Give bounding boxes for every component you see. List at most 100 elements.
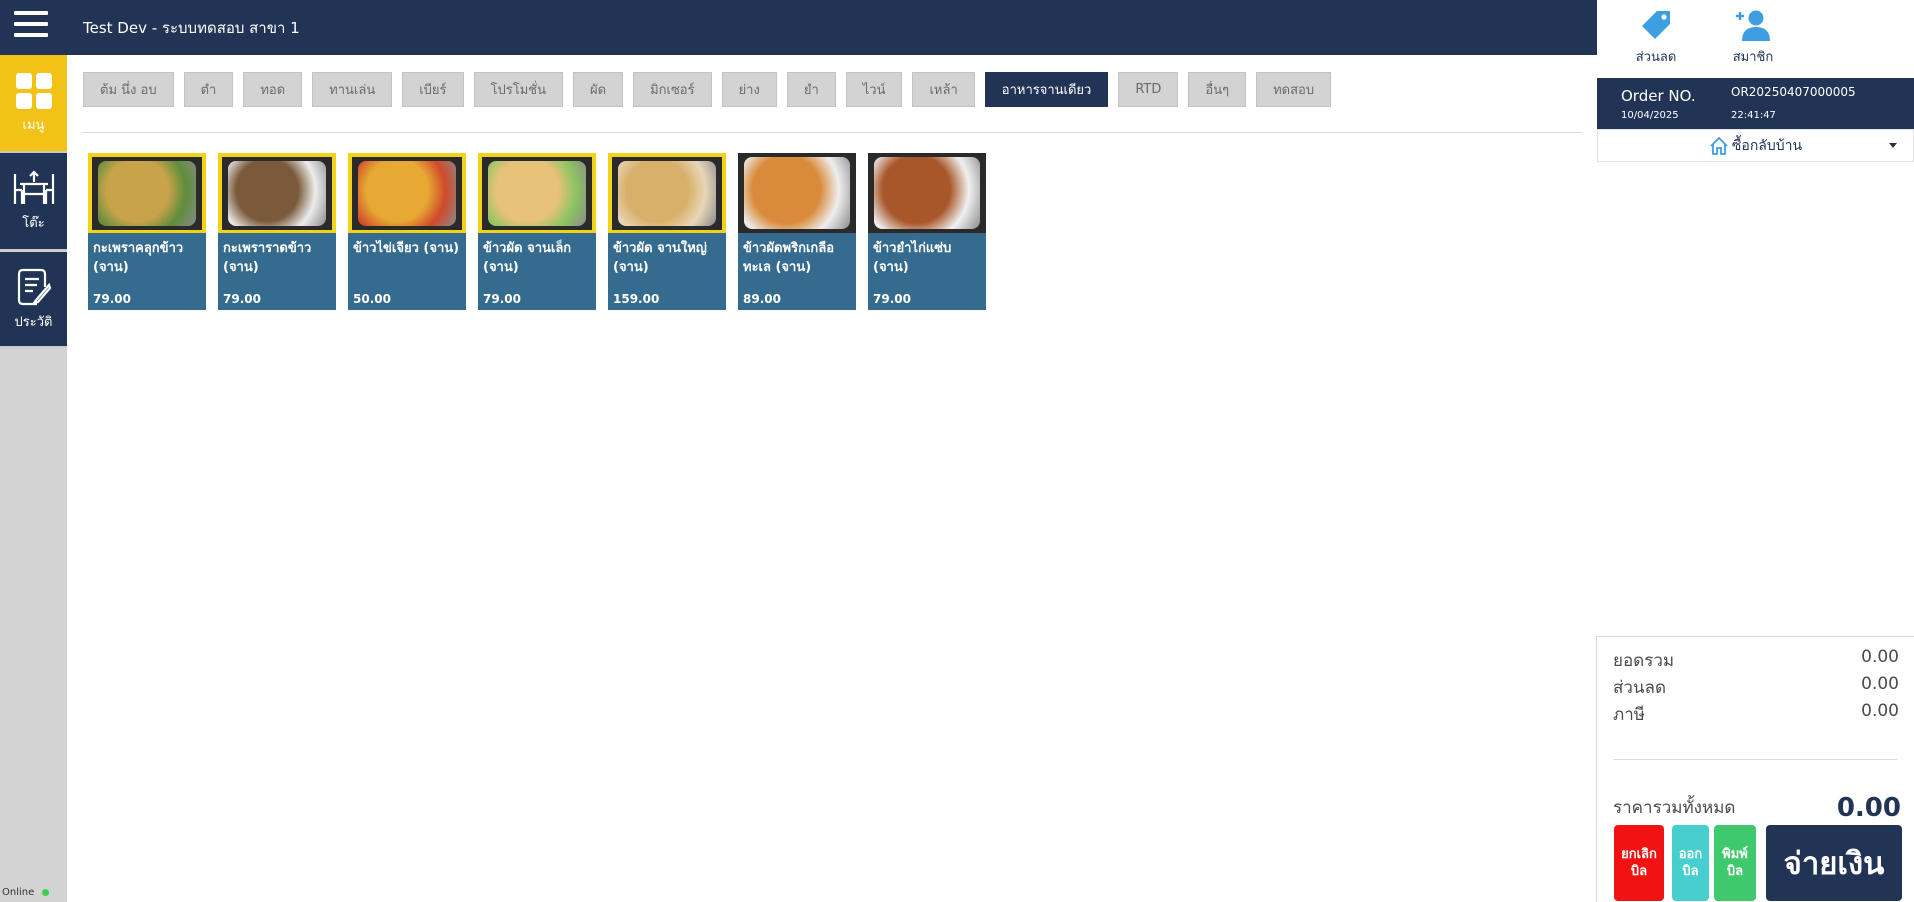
food-photo <box>358 161 456 226</box>
add-user-icon <box>1736 10 1770 41</box>
category-tab[interactable]: มิกเซอร์ <box>633 72 712 107</box>
product-card[interactable]: ข้าวไข่เจียว (จาน) 50.00 <box>348 153 466 310</box>
product-name: ข้าวผัด จานเล็ก (จาน) <box>483 241 572 275</box>
hamburger-menu-icon[interactable] <box>14 11 48 41</box>
online-status: Online <box>2 887 50 898</box>
chevron-down-icon <box>1889 143 1897 148</box>
product-image <box>478 153 596 233</box>
product-price: 79.00 <box>223 292 261 306</box>
print-bill-button[interactable]: พิมพ์ บิล <box>1714 825 1756 901</box>
category-tab[interactable]: ผัด <box>573 72 624 107</box>
open-bill-button[interactable]: ออก บิล <box>1672 825 1709 901</box>
right-panel-actions: ส่วนลด สมาชิก <box>1597 0 1914 78</box>
category-tab[interactable]: ทดสอบ <box>1256 72 1332 107</box>
history-icon <box>17 268 51 305</box>
pay-button[interactable]: จ่ายเงิน <box>1766 825 1902 901</box>
left-nav: เมนู โต๊ะ ประวัติ Online <box>0 55 67 902</box>
product-name: กะเพราคลุกข้าว (จาน) <box>93 241 184 275</box>
order-time: 22:41:47 <box>1731 110 1776 121</box>
total-value: 0.00 <box>1836 793 1901 823</box>
online-status-label: Online <box>2 887 35 898</box>
order-summary: ยอดรวม 0.00 ส่วนลด 0.00 ภาษี 0.00 ราคารว… <box>1596 636 1914 902</box>
product-card[interactable]: ข้าวผัด จานเล็ก (จาน) 79.00 <box>478 153 596 310</box>
nav-item-table[interactable]: โต๊ะ <box>0 153 67 251</box>
product-name: ข้าวยำไก่แซ่บ (จาน) <box>873 241 952 275</box>
product-name: ข้าวไข่เจียว (จาน) <box>353 241 460 256</box>
product-price: 79.00 <box>93 292 131 306</box>
product-card[interactable]: ข้าวผัดพริกเกลือ ทะเล (จาน) 89.00 <box>738 153 856 310</box>
subtotal-row: ยอดรวม 0.00 <box>1613 647 1899 674</box>
product-image <box>348 153 466 233</box>
category-tab[interactable]: อื่นๆ <box>1188 72 1247 107</box>
category-tab[interactable]: RTD <box>1118 72 1179 107</box>
food-photo <box>874 157 980 229</box>
tax-label: ภาษี <box>1613 705 1645 725</box>
tax-row: ภาษี 0.00 <box>1613 701 1899 728</box>
food-photo <box>228 161 326 226</box>
nav-item-menu[interactable]: เมนู <box>0 55 67 153</box>
nav-item-label: โต๊ะ <box>22 215 45 231</box>
product-image <box>88 153 206 233</box>
product-price: 159.00 <box>613 292 660 306</box>
member-button[interactable]: สมาชิก <box>1718 8 1788 67</box>
food-photo <box>618 161 716 226</box>
order-type-select[interactable]: ซื้อกลับบ้าน <box>1597 129 1914 162</box>
order-label: Order NO. <box>1621 87 1696 105</box>
category-tab[interactable]: ต้ม นึ่ง อบ <box>83 72 174 107</box>
category-tabs: ต้ม นึ่ง อบ ตำ ทอด ทานเล่น เบียร์ โปรโมชั่น ผั… <box>83 72 1341 107</box>
subtotal-label: ยอดรวม <box>1613 651 1675 671</box>
food-photo <box>744 157 850 229</box>
category-tab[interactable]: ย่าง <box>721 72 777 107</box>
nav-item-history[interactable]: ประวัติ <box>0 252 67 348</box>
cancel-bill-button[interactable]: ยกเลิก บิล <box>1614 825 1664 901</box>
summary-divider <box>1613 759 1897 760</box>
category-tab[interactable]: ไวน์ <box>845 72 903 107</box>
product-card[interactable]: กะเพราราดข้าว (จาน) 79.00 <box>218 153 336 310</box>
product-image <box>218 153 336 233</box>
discount-value: 0.00 <box>1861 674 1899 694</box>
subtotal-value: 0.00 <box>1861 647 1899 667</box>
category-tab[interactable]: ทอด <box>243 72 303 107</box>
category-tab[interactable]: เบียร์ <box>402 72 464 107</box>
order-date: 10/04/2025 <box>1621 110 1679 121</box>
table-icon <box>13 169 54 204</box>
category-tab[interactable]: ตำ <box>183 72 234 107</box>
product-image <box>608 153 726 233</box>
tag-icon <box>1642 11 1670 39</box>
order-type-value: ซื้อกลับบ้าน <box>1731 137 1803 154</box>
product-image <box>868 153 986 233</box>
member-label: สมาชิก <box>1732 50 1774 65</box>
nav-item-label: เมนู <box>22 117 45 133</box>
product-card[interactable]: กะเพราคลุกข้าว (จาน) 79.00 <box>88 153 206 310</box>
category-tab[interactable]: เหล้า <box>912 72 975 107</box>
tax-value: 0.00 <box>1861 701 1899 721</box>
product-card[interactable]: ข้าวผัด จานใหญ่ (จาน) 159.00 <box>608 153 726 310</box>
product-card[interactable]: ข้าวยำไก่แซ่บ (จาน) 79.00 <box>868 153 986 310</box>
product-image <box>738 153 856 233</box>
total-label: ราคารวมทั้งหมด <box>1613 798 1736 818</box>
product-price: 50.00 <box>353 292 391 306</box>
product-grid: กะเพราคลุกข้าว (จาน) 79.00 กะเพราราดข้าว (… <box>88 153 998 310</box>
category-tab[interactable]: อาหารจานเดียว <box>984 72 1109 107</box>
category-tab[interactable]: ทานเล่น <box>312 72 393 107</box>
category-tab[interactable]: โปรโมชั่น <box>473 72 563 107</box>
home-icon <box>1710 136 1728 155</box>
discount-button[interactable]: ส่วนลด <box>1621 8 1691 67</box>
discount-label: ส่วนลด <box>1635 50 1677 65</box>
grid-icon <box>15 72 52 109</box>
order-info: Order NO. 10/04/2025 OR20250407000005 22… <box>1597 78 1914 129</box>
order-number: OR20250407000005 <box>1731 85 1856 99</box>
app-title: Test Dev - ระบบทดสอบ สาขา 1 <box>83 19 300 37</box>
nav-item-label: ประวัติ <box>14 314 53 330</box>
category-tab[interactable]: ยำ <box>786 72 836 107</box>
online-dot-icon <box>42 888 50 896</box>
product-name: ข้าวผัด จานใหญ่ (จาน) <box>613 241 707 275</box>
discount-row: ส่วนลด 0.00 <box>1613 674 1899 701</box>
product-price: 89.00 <box>743 292 781 306</box>
product-name: ข้าวผัดพริกเกลือ ทะเล (จาน) <box>743 241 835 275</box>
top-bar: Test Dev - ระบบทดสอบ สาขา 1 <box>0 0 1597 55</box>
product-price: 79.00 <box>483 292 521 306</box>
discount-row-label: ส่วนลด <box>1613 678 1667 698</box>
product-name: กะเพราราดข้าว (จาน) <box>223 241 312 275</box>
product-price: 79.00 <box>873 292 911 306</box>
